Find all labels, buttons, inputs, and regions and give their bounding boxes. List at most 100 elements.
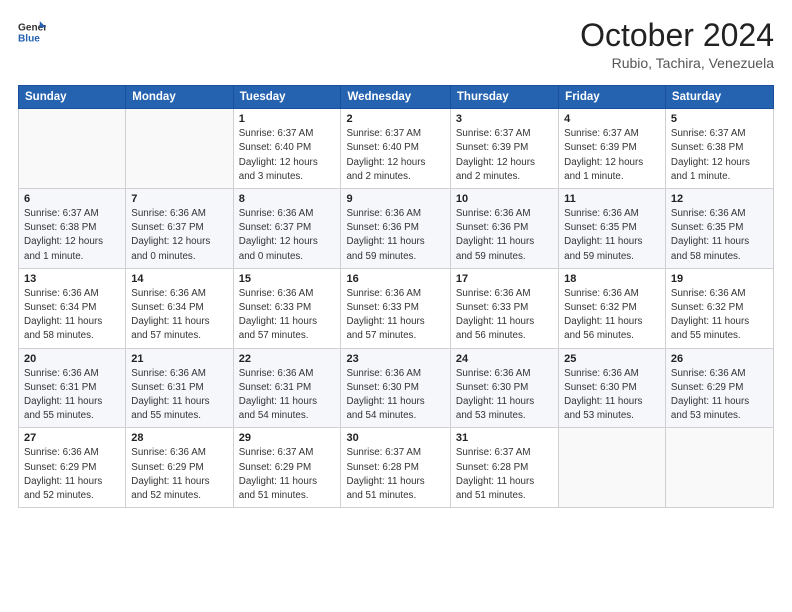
day-number: 9 <box>346 193 444 205</box>
calendar-cell: 19 Sunrise: 6:36 AMSunset: 6:32 PMDayligh… <box>665 268 773 348</box>
day-info: Sunrise: 6:36 AMSunset: 6:29 PMDaylight:… <box>24 446 120 503</box>
calendar-cell: 17Sunrise: 6:36 AMSunset: 6:33 PMDayligh… <box>450 268 558 348</box>
calendar-cell: 14 Sunrise: 6:36 AMSunset: 6:34 PMDayligh… <box>126 268 233 348</box>
calendar-cell: 4 Sunrise: 6:37 AMSunset: 6:39 PMDaylight… <box>559 109 666 189</box>
day-info: Sunrise: 6:37 AMSunset: 6:40 PMDaylight:… <box>346 127 444 184</box>
day-info: Sunrise: 6:37 AMSunset: 6:28 PMDaylight:… <box>456 446 553 503</box>
calendar-cell: 21Sunrise: 6:36 AMSunset: 6:31 PMDayligh… <box>126 348 233 428</box>
day-number: 12 <box>671 193 768 205</box>
calendar-cell: 5 Sunrise: 6:37 AMSunset: 6:38 PMDaylight… <box>665 109 773 189</box>
day-number: 22 <box>239 353 336 365</box>
day-info: Sunrise: 6:36 AMSunset: 6:34 PMDaylight:… <box>24 287 120 344</box>
calendar-cell: 7 Sunrise: 6:36 AMSunset: 6:37 PMDaylight… <box>126 189 233 269</box>
calendar-cell: 27 Sunrise: 6:36 AMSunset: 6:29 PMDayligh… <box>19 428 126 508</box>
svg-text:Blue: Blue <box>18 33 40 44</box>
day-info: Sunrise: 6:36 AMSunset: 6:35 PMDaylight:… <box>564 207 660 264</box>
calendar-cell: 2 Sunrise: 6:37 AMSunset: 6:40 PMDaylight… <box>341 109 450 189</box>
day-info: Sunrise: 6:36 AMSunset: 6:29 PMDaylight:… <box>671 367 768 424</box>
dow-header: Sunday <box>19 86 126 109</box>
day-number: 24 <box>456 353 553 365</box>
day-number: 19 <box>671 273 768 285</box>
calendar-cell: 25 Sunrise: 6:36 AMSunset: 6:30 PMDayligh… <box>559 348 666 428</box>
calendar-table: SundayMondayTuesdayWednesdayThursdayFrid… <box>18 85 774 508</box>
day-info: Sunrise: 6:36 AMSunset: 6:32 PMDaylight:… <box>564 287 660 344</box>
calendar-cell: 13 Sunrise: 6:36 AMSunset: 6:34 PMDayligh… <box>19 268 126 348</box>
calendar-cell: 29 Sunrise: 6:37 AMSunset: 6:29 PMDayligh… <box>233 428 341 508</box>
calendar-cell: 8Sunrise: 6:36 AMSunset: 6:37 PMDaylight… <box>233 189 341 269</box>
calendar-cell: 9 Sunrise: 6:36 AMSunset: 6:36 PMDaylight… <box>341 189 450 269</box>
day-info: Sunrise: 6:36 AMSunset: 6:31 PMDaylight:… <box>131 367 227 424</box>
dow-header: Monday <box>126 86 233 109</box>
day-number: 20 <box>24 353 120 365</box>
dow-header: Tuesday <box>233 86 341 109</box>
logo: General Blue <box>18 18 46 46</box>
day-info: Sunrise: 6:37 AMSunset: 6:39 PMDaylight:… <box>456 127 553 184</box>
day-number: 30 <box>346 432 444 444</box>
day-number: 16 <box>346 273 444 285</box>
day-info: Sunrise: 6:36 AMSunset: 6:29 PMDaylight:… <box>131 446 227 503</box>
day-number: 4 <box>564 113 660 125</box>
calendar-cell <box>665 428 773 508</box>
location-subtitle: Rubio, Tachira, Venezuela <box>580 55 774 71</box>
calendar-cell: 26 Sunrise: 6:36 AMSunset: 6:29 PMDayligh… <box>665 348 773 428</box>
calendar-cell: 10 Sunrise: 6:36 AMSunset: 6:36 PMDayligh… <box>450 189 558 269</box>
calendar-cell: 24 Sunrise: 6:36 AMSunset: 6:30 PMDayligh… <box>450 348 558 428</box>
calendar-cell: 20 Sunrise: 6:36 AMSunset: 6:31 PMDayligh… <box>19 348 126 428</box>
day-number: 13 <box>24 273 120 285</box>
day-number: 6 <box>24 193 120 205</box>
day-number: 15 <box>239 273 336 285</box>
day-number: 8 <box>239 193 336 205</box>
day-number: 2 <box>346 113 444 125</box>
day-number: 5 <box>671 113 768 125</box>
calendar-cell <box>19 109 126 189</box>
day-info: Sunrise: 6:36 AMSunset: 6:31 PMDaylight:… <box>24 367 120 424</box>
title-block: October 2024 Rubio, Tachira, Venezuela <box>580 18 774 71</box>
calendar-cell: 30 Sunrise: 6:37 AMSunset: 6:28 PMDayligh… <box>341 428 450 508</box>
calendar-cell: 28Sunrise: 6:36 AMSunset: 6:29 PMDayligh… <box>126 428 233 508</box>
page-header: General Blue October 2024 Rubio, Tachira… <box>18 18 774 71</box>
day-info: Sunrise: 6:36 AMSunset: 6:34 PMDaylight:… <box>131 287 227 344</box>
calendar-cell: 15Sunrise: 6:36 AMSunset: 6:33 PMDayligh… <box>233 268 341 348</box>
day-number: 14 <box>131 273 227 285</box>
day-info: Sunrise: 6:37 AMSunset: 6:38 PMDaylight:… <box>671 127 768 184</box>
calendar-cell: 3 Sunrise: 6:37 AMSunset: 6:39 PMDaylight… <box>450 109 558 189</box>
calendar-cell: 16 Sunrise: 6:36 AMSunset: 6:33 PMDayligh… <box>341 268 450 348</box>
day-info: Sunrise: 6:36 AMSunset: 6:30 PMDaylight:… <box>346 367 444 424</box>
calendar-cell: 6Sunrise: 6:37 AMSunset: 6:38 PMDaylight… <box>19 189 126 269</box>
day-info: Sunrise: 6:36 AMSunset: 6:36 PMDaylight:… <box>346 207 444 264</box>
day-info: Sunrise: 6:36 AMSunset: 6:37 PMDaylight:… <box>131 207 227 264</box>
calendar-cell <box>126 109 233 189</box>
day-number: 7 <box>131 193 227 205</box>
calendar-cell: 11 Sunrise: 6:36 AMSunset: 6:35 PMDayligh… <box>559 189 666 269</box>
day-number: 23 <box>346 353 444 365</box>
day-number: 27 <box>24 432 120 444</box>
day-info: Sunrise: 6:36 AMSunset: 6:36 PMDaylight:… <box>456 207 553 264</box>
day-number: 18 <box>564 273 660 285</box>
calendar-cell: 1Sunrise: 6:37 AMSunset: 6:40 PMDaylight… <box>233 109 341 189</box>
day-number: 10 <box>456 193 553 205</box>
calendar-cell: 12Sunrise: 6:36 AMSunset: 6:35 PMDayligh… <box>665 189 773 269</box>
day-number: 17 <box>456 273 553 285</box>
day-info: Sunrise: 6:37 AMSunset: 6:28 PMDaylight:… <box>346 446 444 503</box>
day-info: Sunrise: 6:36 AMSunset: 6:31 PMDaylight:… <box>239 367 336 424</box>
calendar-cell: 23 Sunrise: 6:36 AMSunset: 6:30 PMDayligh… <box>341 348 450 428</box>
calendar-cell: 18 Sunrise: 6:36 AMSunset: 6:32 PMDayligh… <box>559 268 666 348</box>
day-number: 3 <box>456 113 553 125</box>
day-info: Sunrise: 6:36 AMSunset: 6:33 PMDaylight:… <box>346 287 444 344</box>
day-number: 25 <box>564 353 660 365</box>
day-info: Sunrise: 6:36 AMSunset: 6:30 PMDaylight:… <box>456 367 553 424</box>
day-info: Sunrise: 6:37 AMSunset: 6:29 PMDaylight:… <box>239 446 336 503</box>
dow-header: Thursday <box>450 86 558 109</box>
calendar-cell: 31Sunrise: 6:37 AMSunset: 6:28 PMDayligh… <box>450 428 558 508</box>
day-info: Sunrise: 6:36 AMSunset: 6:30 PMDaylight:… <box>564 367 660 424</box>
dow-header: Friday <box>559 86 666 109</box>
day-number: 11 <box>564 193 660 205</box>
dow-header: Saturday <box>665 86 773 109</box>
day-number: 26 <box>671 353 768 365</box>
day-number: 29 <box>239 432 336 444</box>
day-info: Sunrise: 6:37 AMSunset: 6:40 PMDaylight:… <box>239 127 336 184</box>
dow-header: Wednesday <box>341 86 450 109</box>
day-info: Sunrise: 6:36 AMSunset: 6:32 PMDaylight:… <box>671 287 768 344</box>
month-title: October 2024 <box>580 18 774 53</box>
day-info: Sunrise: 6:37 AMSunset: 6:39 PMDaylight:… <box>564 127 660 184</box>
